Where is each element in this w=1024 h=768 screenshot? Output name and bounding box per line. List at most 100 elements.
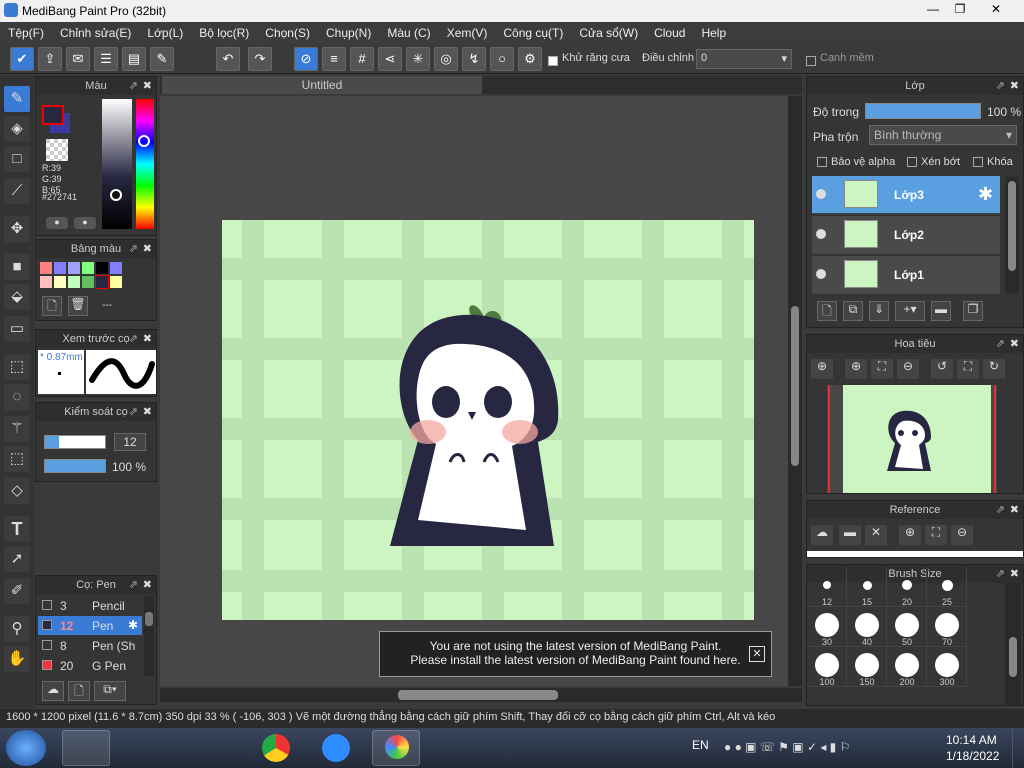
- radial-snap-icon[interactable]: ✳: [406, 47, 430, 71]
- canvas-viewport[interactable]: [160, 96, 788, 686]
- color-mode-icon[interactable]: ●: [46, 217, 68, 229]
- text-tool-icon[interactable]: T: [4, 516, 30, 542]
- adjust-select[interactable]: 0 ▾: [696, 49, 792, 69]
- menu-item-11[interactable]: Help: [693, 26, 734, 40]
- palette-swatch[interactable]: [68, 262, 80, 274]
- doc-icon[interactable]: ▤: [122, 47, 146, 71]
- fit-icon[interactable]: ⛶: [925, 525, 947, 545]
- brush-size-cell[interactable]: 100: [807, 647, 847, 687]
- drawing-canvas[interactable]: [222, 220, 754, 620]
- navigator-thumbnail[interactable]: [827, 385, 997, 493]
- menu-item-4[interactable]: Chọn(S): [257, 26, 318, 40]
- hue-slider[interactable]: [136, 99, 154, 229]
- menu-item-6[interactable]: Màu (C): [379, 26, 438, 40]
- merge-layer-icon[interactable]: ⇓: [869, 301, 889, 321]
- trash-icon[interactable]: 🗑: [68, 296, 88, 316]
- popout-icon[interactable]: ⇗: [996, 335, 1005, 353]
- brush-size-cell[interactable]: 30: [807, 607, 847, 647]
- zoom-out-icon[interactable]: ⊖: [951, 525, 973, 545]
- menu-item-10[interactable]: Cloud: [646, 26, 693, 40]
- settings-doc-icon[interactable]: ✎: [150, 47, 174, 71]
- zoom-icon[interactable]: [312, 730, 360, 766]
- palette-swatch[interactable]: [68, 276, 80, 288]
- brush-size-scrollbar[interactable]: [1005, 583, 1021, 705]
- close-icon[interactable]: ✖: [143, 240, 152, 258]
- brush-opacity-slider[interactable]: [44, 459, 106, 473]
- undo-icon[interactable]: ↶: [216, 47, 240, 71]
- vertical-scrollbar[interactable]: [788, 96, 802, 686]
- brush-size-cell[interactable]: 25: [927, 567, 967, 607]
- bucket-tool-icon[interactable]: ⬙: [4, 284, 30, 310]
- move-tool-icon[interactable]: ✥: [4, 216, 30, 242]
- brush-size-cell[interactable]: 70: [927, 607, 967, 647]
- layer-opacity-slider[interactable]: [865, 103, 981, 119]
- close-button[interactable]: ✕: [974, 2, 1018, 18]
- popout-icon[interactable]: ⇗: [129, 77, 138, 95]
- new-page-icon[interactable]: 🗋: [42, 296, 62, 316]
- gradient-tool-icon[interactable]: ▭: [4, 316, 30, 342]
- ellipse-snap-icon[interactable]: ○: [490, 47, 514, 71]
- open-folder-icon[interactable]: ▬: [839, 525, 861, 545]
- curve-snap-icon[interactable]: ↯: [462, 47, 486, 71]
- shape-tool-icon[interactable]: □: [4, 146, 30, 172]
- palette-swatch[interactable]: [82, 262, 94, 274]
- close-reference-icon[interactable]: ✕: [865, 525, 887, 545]
- comment-icon[interactable]: ✉: [66, 47, 90, 71]
- menu-item-2[interactable]: Lớp(L): [139, 26, 191, 40]
- popout-icon[interactable]: ⇗: [129, 240, 138, 258]
- gear-icon[interactable]: ✱: [978, 184, 993, 205]
- clip-checkbox[interactable]: Xén bớt: [907, 156, 960, 168]
- menu-item-0[interactable]: Tệp(F): [0, 26, 52, 40]
- perspective-snap-icon[interactable]: ⋖: [378, 47, 402, 71]
- brush-size-slider[interactable]: [44, 435, 106, 449]
- palette-swatch[interactable]: [54, 262, 66, 274]
- language-indicator[interactable]: EN: [692, 738, 709, 752]
- layer-scrollbar[interactable]: [1005, 177, 1019, 293]
- clock-time[interactable]: 10:14 AM: [946, 733, 997, 747]
- zoom-in-icon[interactable]: ⊕: [899, 525, 921, 545]
- horizontal-scrollbar[interactable]: [160, 688, 802, 702]
- select-eraser-icon[interactable]: ◇: [4, 478, 30, 504]
- magic-wand-icon[interactable]: ⚚: [4, 416, 30, 442]
- layer-row[interactable]: Lớp1: [812, 256, 1000, 294]
- new-brush-icon[interactable]: 🗋: [68, 681, 90, 701]
- eraser-tool-icon[interactable]: ◈: [4, 116, 30, 142]
- brush-item[interactable]: 8 Pen (Sh: [38, 636, 142, 655]
- close-icon[interactable]: ✖: [1010, 335, 1019, 353]
- transparent-swatch[interactable]: [46, 139, 68, 161]
- palette-swatch[interactable]: [54, 276, 66, 288]
- minimize-button[interactable]: —: [920, 2, 946, 18]
- brush-menu-icon[interactable]: ⧉▾: [94, 681, 126, 701]
- menu-item-9[interactable]: Cửa sổ(W): [571, 26, 646, 40]
- eye-icon[interactable]: [816, 269, 826, 279]
- fit-icon[interactable]: ⛶: [871, 359, 893, 379]
- palette-swatch[interactable]: [110, 276, 122, 288]
- palette-swatch[interactable]: [95, 275, 109, 289]
- brush-item[interactable]: 20 G Pen: [38, 656, 142, 675]
- close-icon[interactable]: ✖: [1010, 565, 1019, 583]
- close-icon[interactable]: ✖: [1010, 501, 1019, 519]
- share-icon[interactable]: ⇪: [38, 47, 62, 71]
- brush-item[interactable]: 3 Pencil: [38, 596, 142, 615]
- media-player-icon[interactable]: [124, 730, 172, 766]
- rotate-left-icon[interactable]: ↺: [931, 359, 953, 379]
- copy-layer-icon[interactable]: ⧉: [843, 301, 863, 321]
- protect-alpha-checkbox[interactable]: Bảo vệ alpha: [817, 156, 895, 168]
- medibang-icon[interactable]: [372, 730, 420, 766]
- brush-list-scrollbar[interactable]: [144, 596, 154, 676]
- start-button[interactable]: [6, 730, 46, 766]
- redo-icon[interactable]: ↷: [248, 47, 272, 71]
- show-desktop-button[interactable]: [1012, 728, 1024, 768]
- popout-icon[interactable]: ⇗: [129, 576, 138, 594]
- brush-tool-icon[interactable]: ✎: [4, 86, 30, 112]
- new-layer-icon[interactable]: 🗋: [817, 301, 837, 321]
- message-icon[interactable]: ☰: [94, 47, 118, 71]
- popout-icon[interactable]: ⇗: [129, 330, 138, 348]
- zoom-in-icon[interactable]: ⊕: [811, 359, 833, 379]
- select-rect-icon[interactable]: ⬚: [4, 354, 30, 380]
- menu-item-7[interactable]: Xem(V): [439, 26, 496, 40]
- close-icon[interactable]: ✖: [143, 77, 152, 95]
- tray-icons[interactable]: ● ● ▣ ☏ ⚑ ▣ ✓ ◂ ▮ ⚐: [724, 740, 850, 754]
- lock-checkbox[interactable]: Khóa: [973, 156, 1013, 168]
- brush-size-cell[interactable]: 12: [807, 567, 847, 607]
